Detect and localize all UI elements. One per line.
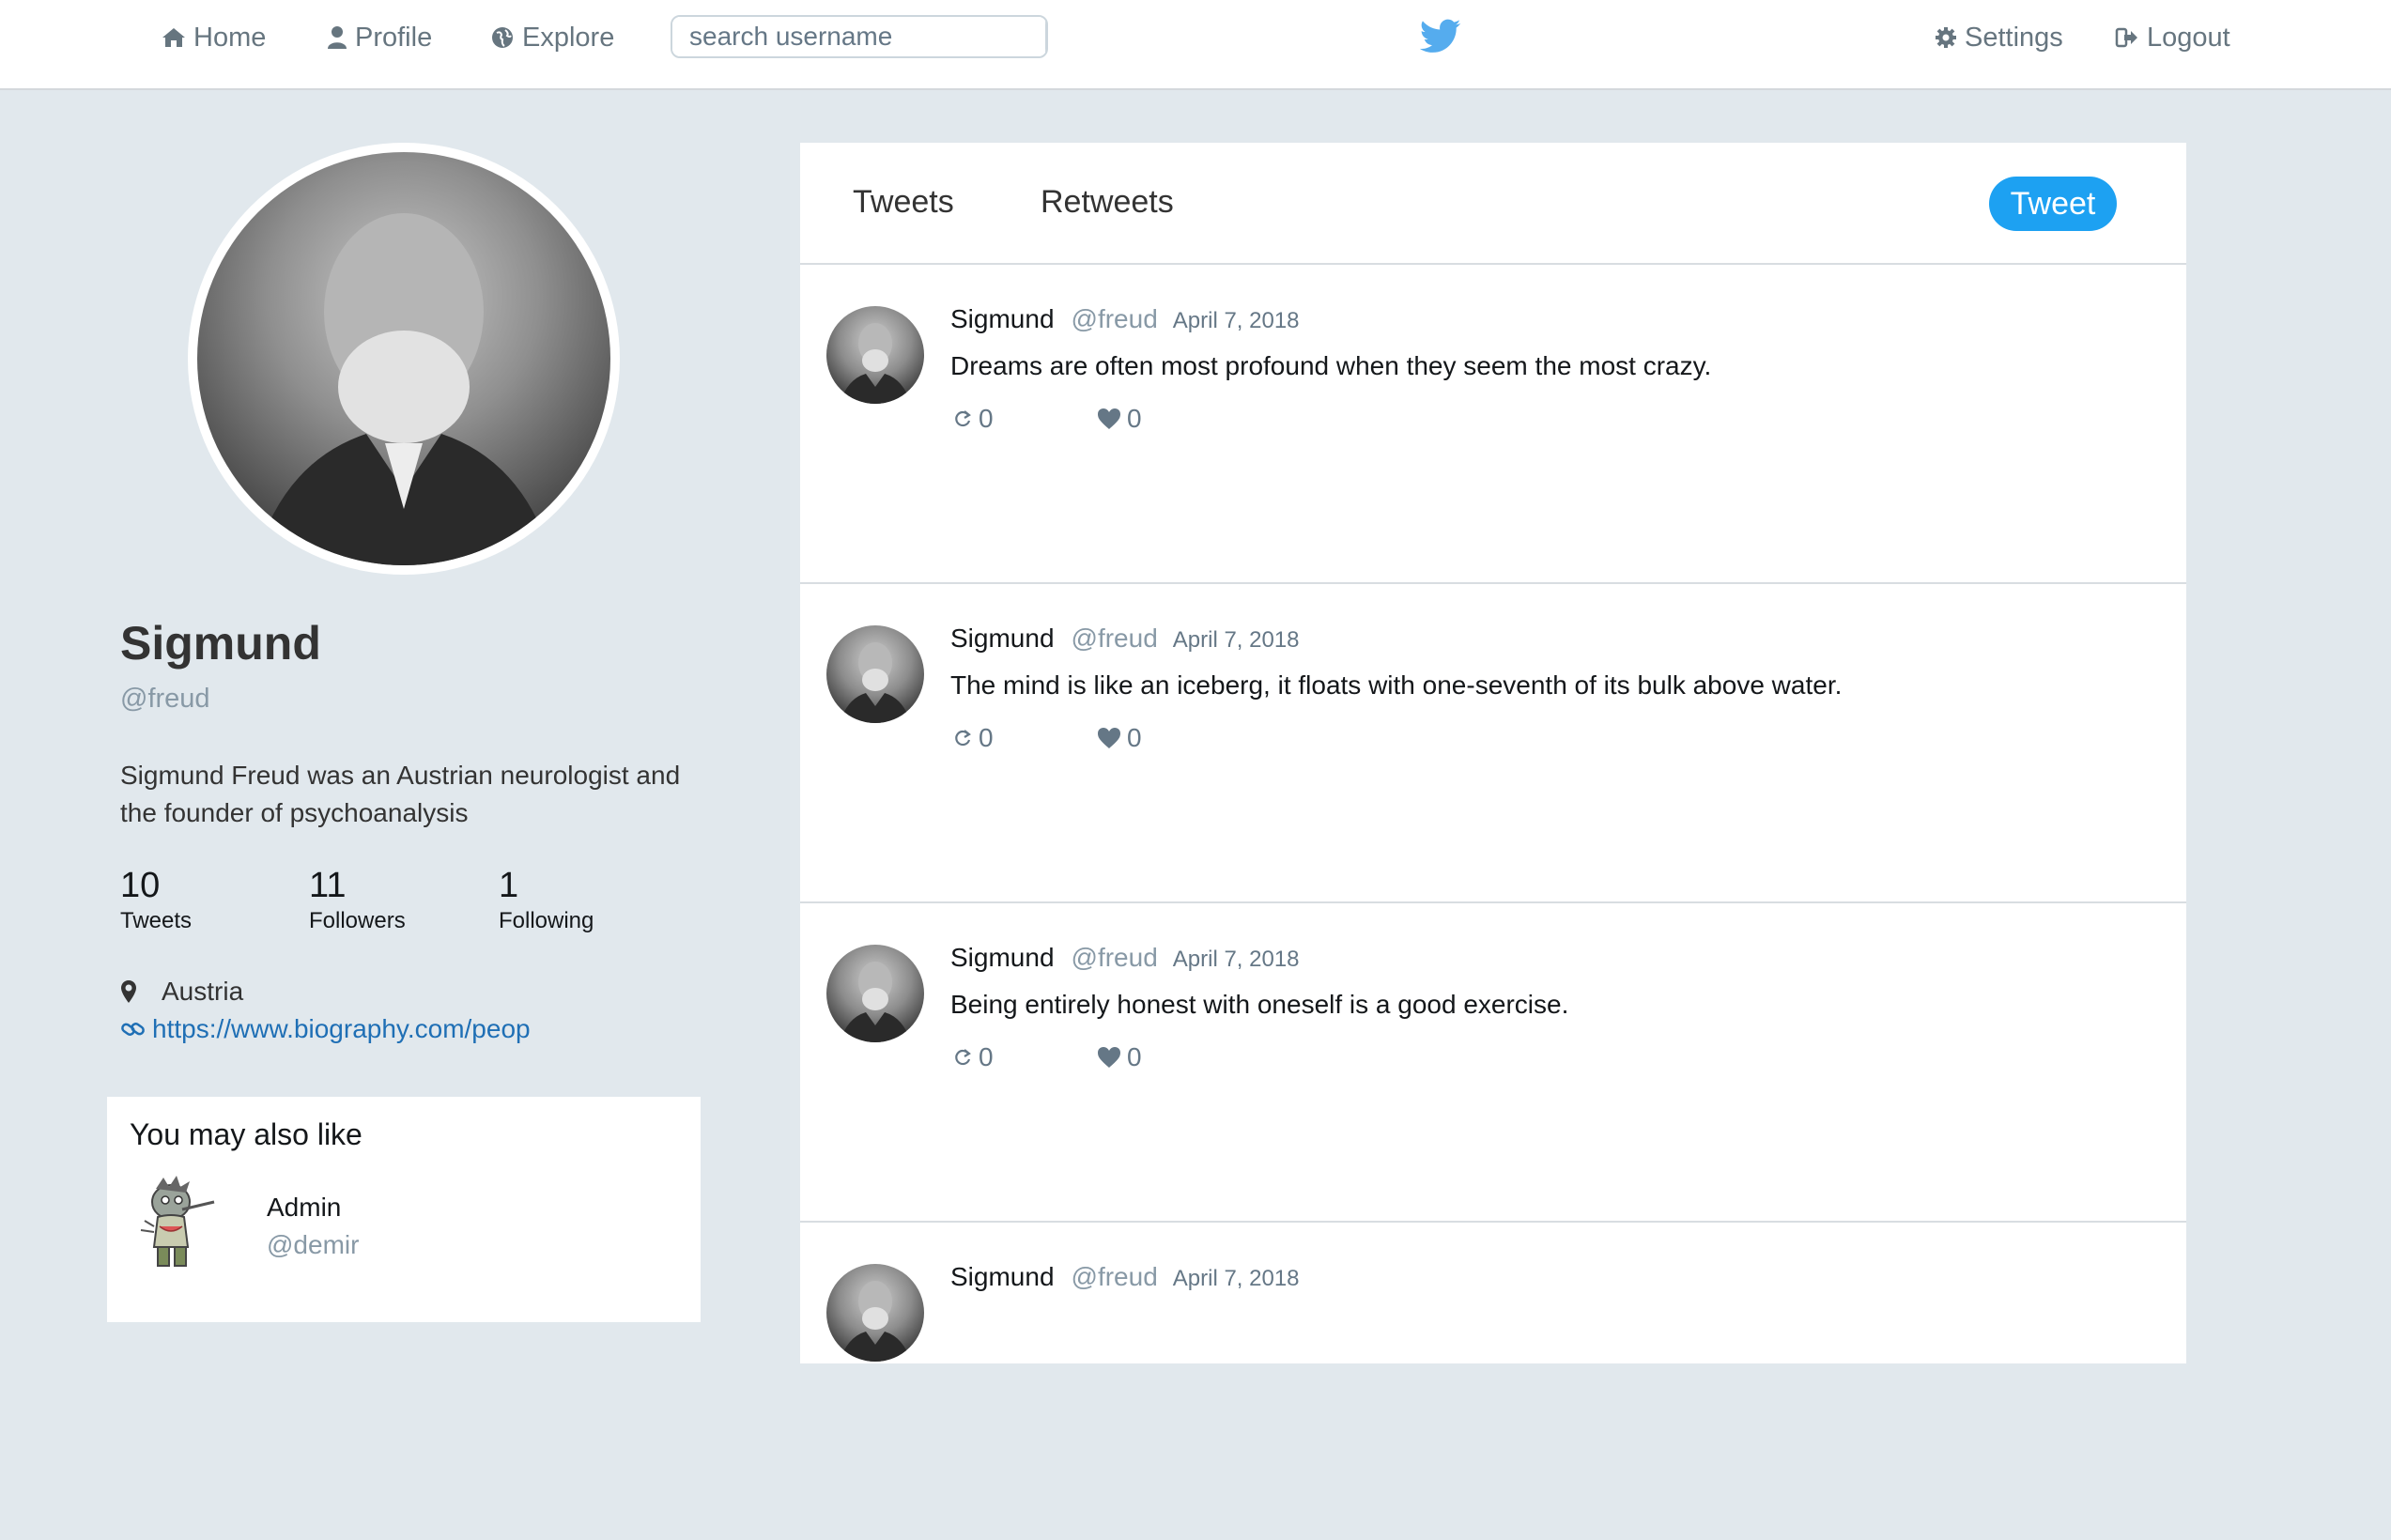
tweet-date: April 7, 2018 — [1172, 1266, 1300, 1291]
profile-location: Austria — [120, 977, 243, 1007]
search-form — [671, 15, 1048, 58]
top-navbar: Home Profile Explore Settings Logo — [0, 0, 2391, 90]
nav-explore-label: Explore — [522, 22, 615, 53]
heart-icon — [1098, 1047, 1120, 1068]
like-count: 0 — [1127, 404, 1142, 433]
tweet-text: The mind is like an iceberg, it floats w… — [950, 670, 1843, 700]
suggestion-avatar[interactable] — [135, 1174, 216, 1271]
tweet-author-handle: @freud — [1071, 1262, 1158, 1291]
heart-icon — [1098, 408, 1120, 429]
link-icon — [120, 1018, 147, 1040]
heart-icon — [1098, 728, 1120, 748]
tweet-author-avatar[interactable] — [826, 1264, 924, 1362]
tweet-text: Dreams are often most profound when they… — [950, 351, 1712, 380]
retweet-icon — [955, 410, 971, 427]
like-count: 0 — [1127, 1042, 1142, 1071]
like-button[interactable]: 0 — [1097, 1042, 1142, 1072]
nav-settings-label: Settings — [1965, 22, 2063, 53]
twitter-bird-icon[interactable] — [1419, 19, 1461, 59]
logout-icon — [2115, 26, 2139, 49]
tweet-author-avatar[interactable] — [826, 306, 924, 404]
like-button[interactable]: 0 — [1097, 723, 1142, 753]
tweet-item: Sigmund @freud April 7, 2018 — [800, 1221, 2186, 1540]
tweet-author-name[interactable]: Sigmund — [950, 624, 1055, 654]
tweet-author-handle: @freud — [1071, 624, 1158, 653]
profile-name: Sigmund — [120, 617, 321, 670]
nav-explore-link[interactable]: Explore — [490, 19, 614, 56]
like-button[interactable]: 0 — [1097, 404, 1142, 434]
tweet-date: April 7, 2018 — [1172, 308, 1300, 333]
compose-tweet-button[interactable]: Tweet — [1989, 177, 2117, 231]
tweet-author-name[interactable]: Sigmund — [950, 1262, 1055, 1292]
stat-following-count: 1 — [499, 866, 519, 905]
stat-followers[interactable]: 11 Followers — [309, 866, 406, 934]
tweet-feed: Tweets Retweets Tweet Sigmund @freud Apr… — [800, 143, 2186, 1363]
stat-following-label: Following — [499, 908, 594, 933]
tweet-header: Sigmund @freud April 7, 2018 — [950, 624, 1300, 654]
profile-avatar — [188, 143, 620, 575]
tweet-item: Sigmund @freud April 7, 2018 The mind is… — [800, 582, 2186, 903]
retweet-count: 0 — [979, 723, 994, 752]
search-input[interactable] — [672, 17, 1045, 56]
nav-logout-label: Logout — [2147, 22, 2230, 53]
retweet-button[interactable]: 0 — [952, 404, 994, 434]
home-icon — [162, 26, 186, 49]
nav-settings-link[interactable]: Settings — [1935, 19, 2063, 56]
feed-tabs: Tweets Retweets Tweet — [800, 143, 2186, 265]
nav-profile-link[interactable]: Profile — [327, 19, 432, 56]
stat-tweets-count: 10 — [120, 866, 161, 905]
profile-location-text: Austria — [162, 977, 244, 1006]
tweet-date: April 7, 2018 — [1172, 627, 1300, 653]
tweet-author-name[interactable]: Sigmund — [950, 943, 1055, 973]
suggestions-title: You may also like — [130, 1117, 363, 1151]
nav-profile-label: Profile — [355, 22, 433, 53]
tweet-text: Being entirely honest with oneself is a … — [950, 990, 1569, 1019]
stat-tweets-label: Tweets — [120, 908, 193, 933]
search-icon — [1047, 22, 1048, 53]
stat-followers-count: 11 — [309, 866, 347, 905]
nav-home-link[interactable]: Home — [162, 19, 266, 56]
suggestion-handle: @demir — [267, 1230, 360, 1259]
map-marker-icon — [120, 979, 137, 1004]
stat-following[interactable]: 1 Following — [499, 866, 594, 934]
tweet-date: April 7, 2018 — [1172, 947, 1300, 972]
suggestion-name[interactable]: Admin — [267, 1193, 341, 1223]
profile-bio: Sigmund Freud was an Austrian neurologis… — [120, 761, 681, 827]
tweet-header: Sigmund @freud April 7, 2018 — [950, 304, 1300, 334]
suggestions-card: You may also like Admin @demir — [107, 1097, 701, 1322]
tweet-header: Sigmund @freud April 7, 2018 — [950, 943, 1300, 973]
retweet-count: 0 — [979, 404, 994, 433]
nav-logout-link[interactable]: Logout — [2115, 19, 2230, 56]
profile-handle: @freud — [120, 684, 210, 714]
tweet-author-avatar[interactable] — [826, 945, 924, 1042]
globe-icon — [490, 25, 515, 50]
profile-website-text: https://www.biography.com/peop — [152, 1014, 531, 1043]
retweet-icon — [955, 730, 971, 747]
gear-icon — [1935, 26, 1957, 49]
stat-followers-label: Followers — [309, 908, 406, 933]
profile-photo — [197, 152, 610, 565]
tab-tweets[interactable]: Tweets — [853, 184, 954, 221]
retweet-button[interactable]: 0 — [952, 723, 994, 753]
nav-home-label: Home — [193, 22, 267, 53]
like-count: 0 — [1127, 723, 1142, 752]
retweet-icon — [955, 1049, 971, 1066]
tweet-author-name[interactable]: Sigmund — [950, 304, 1055, 334]
tweet-author-handle: @freud — [1071, 304, 1158, 333]
tweet-header: Sigmund @freud April 7, 2018 — [950, 1262, 1300, 1292]
tweet-item: Sigmund @freud April 7, 2018 Being entir… — [800, 901, 2186, 1223]
tab-retweets[interactable]: Retweets — [1041, 184, 1174, 221]
tweet-author-handle: @freud — [1071, 943, 1158, 972]
tweet-item: Sigmund @freud April 7, 2018 Dreams are … — [800, 263, 2186, 584]
tweet-author-avatar[interactable] — [826, 625, 924, 723]
retweet-button[interactable]: 0 — [952, 1042, 994, 1072]
user-icon — [327, 25, 347, 50]
retweet-count: 0 — [979, 1042, 994, 1071]
search-button[interactable] — [1045, 17, 1048, 56]
profile-website-link[interactable]: https://www.biography.com/peop — [120, 1014, 531, 1044]
stat-tweets[interactable]: 10 Tweets — [120, 866, 192, 934]
